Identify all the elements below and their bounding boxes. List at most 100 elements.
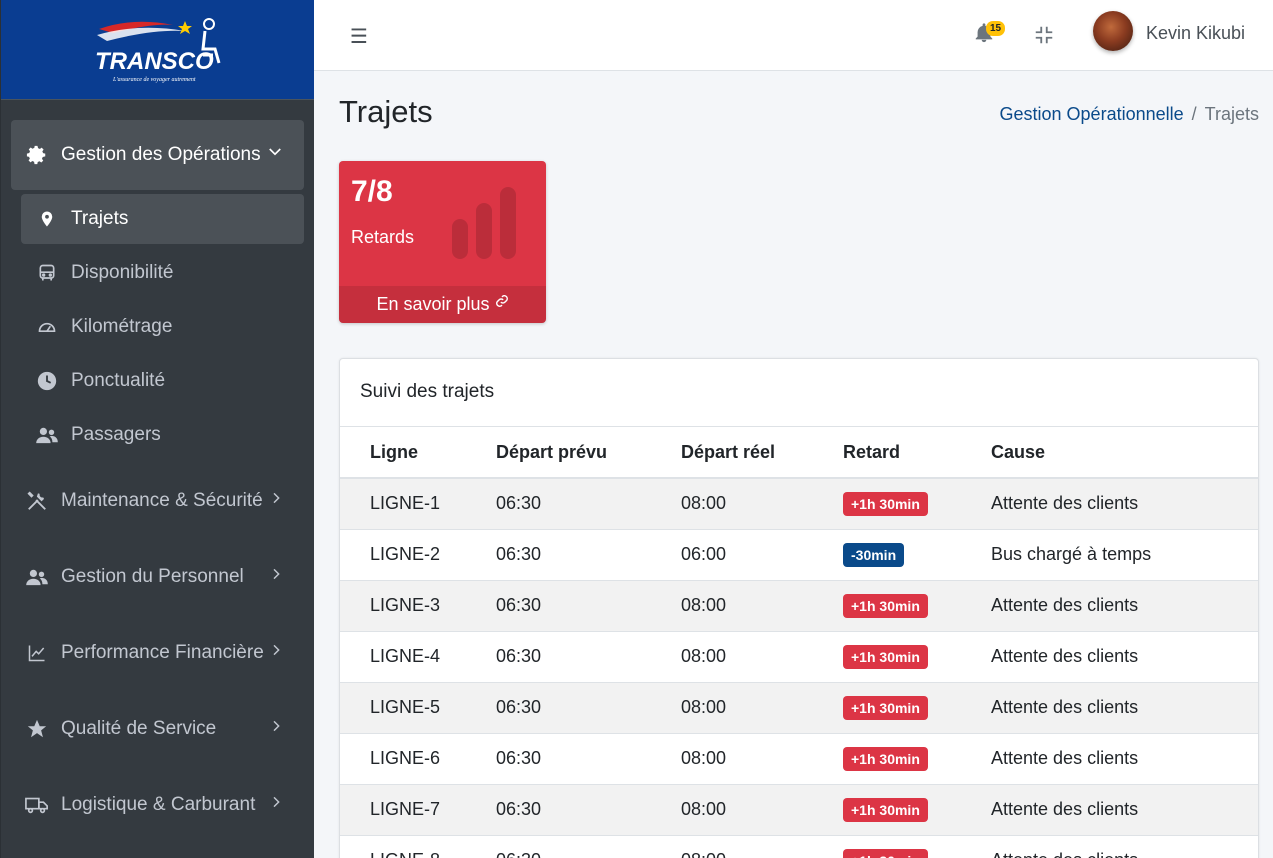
- card-title: Suivi des trajets: [340, 359, 1258, 427]
- column-header-cause[interactable]: Cause: [991, 427, 1258, 479]
- sidebar-item-personnel[interactable]: Gestion du Personnel: [11, 540, 304, 614]
- table-row[interactable]: LIGNE-806:3008:00+1h 30min Attente des cl…: [340, 834, 1258, 858]
- table-row[interactable]: LIGNE-2 06:30 06:00 -30min Bus chargé à temp…: [340, 528, 1258, 580]
- sidebar-item-label: Qualité de Service: [61, 718, 217, 739]
- stat-label: Retards: [351, 227, 415, 247]
- sidebar-item-label: Disponibilité: [71, 262, 174, 283]
- chevron-right-icon: [268, 717, 284, 741]
- table-row[interactable]: LIGNE-6 06:30 08:00 +1h 30min Attente des cl…: [340, 732, 1258, 784]
- compress-icon[interactable]: [1033, 24, 1055, 46]
- column-header-retard[interactable]: Retard: [843, 427, 991, 479]
- clock-icon: [35, 369, 59, 393]
- sidebar-item-label: Passagers: [71, 424, 161, 445]
- cell-depart-prevu: 06:30: [496, 783, 681, 835]
- breadcrumb: Gestion Opérationnelle / Trajets: [1000, 104, 1259, 125]
- cell-depart-prevu: 06:30: [496, 579, 681, 631]
- cell-ligne: LIGNE-6: [340, 732, 496, 784]
- cell-depart-prevu: 06:30: [496, 834, 681, 858]
- sidebar-item-disponibilite[interactable]: Disponibilité: [21, 248, 304, 298]
- brand-logo[interactable]: TRANSCO L'assurance de voyager autrement: [1, 0, 314, 100]
- chevron-right-icon: [268, 641, 284, 665]
- svg-text:L'assurance de voyager autreme: L'assurance de voyager autrement: [112, 77, 196, 83]
- cell-depart-reel: 08:00: [681, 834, 843, 858]
- cell-cause: Attente des clients: [991, 783, 1258, 835]
- chevron-down-icon: [266, 143, 284, 167]
- sidebar-item-label: Kilométrage: [71, 316, 173, 337]
- column-header-depart-reel[interactable]: Départ réel: [681, 427, 843, 479]
- cell-retard: +1h 30min: [843, 732, 991, 784]
- sidebar-item-kilometrage[interactable]: Kilométrage: [21, 302, 304, 352]
- table-row[interactable]: LIGNE-5 06:30 08:00 +1h 30min Attente des cl…: [340, 681, 1258, 733]
- users-icon: [25, 565, 49, 589]
- avatar[interactable]: [1093, 11, 1133, 51]
- cell-ligne: LIGNE-7: [340, 783, 496, 835]
- table-row[interactable]: LIGNE-3 06:30 08:00 +1h 30min Attente des cl…: [340, 579, 1258, 631]
- cell-depart-prevu: 06:30: [496, 630, 681, 682]
- chevron-right-icon: [268, 793, 284, 817]
- cell-depart-reel: 08:00: [681, 579, 843, 631]
- sidebar-item-gestion-operations[interactable]: Gestion des Opérations: [11, 120, 304, 190]
- more-info-link[interactable]: En savoir plus: [339, 286, 546, 323]
- table-row[interactable]: LIGNE-1 06:30 08:00 +1h 30min Attente des cl…: [340, 477, 1258, 529]
- stat-value: 7/8: [351, 175, 393, 208]
- delay-badge: +1h 30min: [843, 593, 928, 618]
- sidebar-item-label: Ponctualité: [71, 370, 166, 391]
- delay-badge: +1h 30min: [843, 491, 928, 516]
- sidebar-item-maintenance[interactable]: Maintenance & Sécurité: [11, 464, 304, 538]
- star-icon: [25, 717, 49, 741]
- cell-cause: Attente des clients: [991, 732, 1258, 784]
- gear-icon: [25, 143, 49, 167]
- sidebar-item-performance[interactable]: Performance Financière: [11, 616, 304, 690]
- cell-depart-prevu: 06:30: [496, 477, 681, 529]
- hamburger-menu-icon[interactable]: ☰: [350, 24, 368, 49]
- cell-depart-reel: 08:00: [681, 630, 843, 682]
- chart-line-icon: [25, 641, 49, 665]
- users-icon: [35, 423, 59, 447]
- cell-ligne: LIGNE-4: [340, 630, 496, 682]
- delay-badge: +1h 30min: [843, 797, 928, 822]
- cell-ligne: LIGNE-2: [340, 528, 496, 580]
- tools-icon: [25, 489, 49, 513]
- column-header-ligne[interactable]: Ligne: [340, 427, 496, 479]
- cell-depart-prevu: 06:30: [496, 528, 681, 580]
- retards-stat-box: 7/8 Retards En savoir plus: [339, 161, 546, 323]
- cell-retard: +1h 30min: [843, 681, 991, 733]
- sidebar-item-logistique[interactable]: Logistique & Carburant: [11, 768, 304, 842]
- cell-depart-prevu: 06:30: [496, 732, 681, 784]
- cell-ligne: LIGNE-5: [340, 681, 496, 733]
- delay-badge: +1h 30min: [843, 695, 928, 720]
- table-row[interactable]: LIGNE-4 06:30 08:00 +1h 30min Attente des cl…: [340, 630, 1258, 682]
- sidebar-item-trajets[interactable]: Trajets: [21, 194, 304, 244]
- speedometer-icon: [35, 315, 59, 339]
- bar-chart-icon: [452, 187, 518, 264]
- chevron-right-icon: [268, 489, 284, 513]
- cell-cause: Attente des clients: [991, 477, 1258, 529]
- delay-badge: +1h 30min: [843, 746, 928, 771]
- breadcrumb-separator: /: [1191, 104, 1197, 124]
- cell-retard: +1h 30min: [843, 477, 991, 529]
- sidebar-item-passagers[interactable]: Passagers: [21, 410, 304, 460]
- trajets-card: Suivi des trajets Ligne Départ prévu Dép…: [339, 358, 1259, 858]
- sidebar-item-ponctualite[interactable]: Ponctualité: [21, 356, 304, 406]
- cell-depart-reel: 08:00: [681, 783, 843, 835]
- user-name[interactable]: Kevin Kikubi: [1146, 23, 1245, 44]
- truck-icon: [25, 793, 49, 817]
- notification-count-badge: 15: [986, 21, 1006, 36]
- cell-depart-reel: 06:00: [681, 528, 843, 580]
- cell-ligne: LIGNE-1: [340, 477, 496, 529]
- cell-ligne: LIGNE-3: [340, 579, 496, 631]
- cell-ligne: LIGNE-8: [340, 834, 496, 858]
- chevron-right-icon: [268, 565, 284, 589]
- sidebar-item-label: Trajets: [71, 208, 129, 229]
- svg-text:TRANSCO: TRANSCO: [95, 48, 214, 75]
- cell-retard: +1h 30min: [843, 783, 991, 835]
- sidebar-item-qualite[interactable]: Qualité de Service: [11, 692, 304, 766]
- breadcrumb-parent-link[interactable]: Gestion Opérationnelle: [1000, 104, 1184, 124]
- page-title: Trajets: [339, 94, 433, 129]
- table-row[interactable]: LIGNE-7 06:30 08:00 +1h 30min Attente des cl…: [340, 783, 1258, 835]
- bus-icon: [35, 261, 59, 285]
- cell-retard: +1h 30min: [843, 834, 991, 858]
- column-header-depart-prevu[interactable]: Départ prévu: [496, 427, 681, 479]
- cell-cause: Attente des clients: [991, 630, 1258, 682]
- transco-logo-icon: TRANSCO L'assurance de voyager autrement: [95, 17, 220, 83]
